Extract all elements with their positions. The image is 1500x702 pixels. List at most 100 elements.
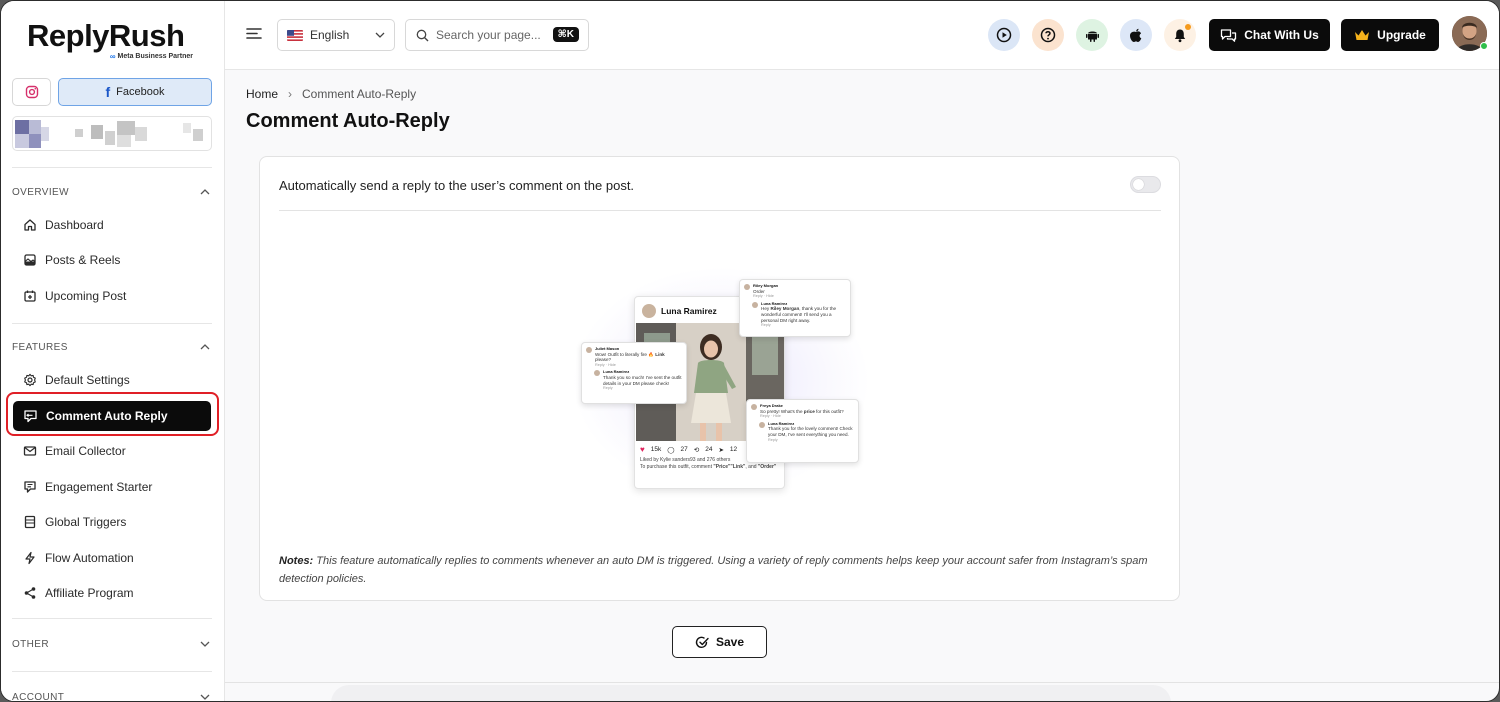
sidebar: ReplyRush ∞ Meta Business Partner f Face… <box>1 1 225 702</box>
platform-switcher: f Facebook <box>12 78 212 106</box>
upgrade-label: Upgrade <box>1377 28 1426 42</box>
sidebar-divider <box>12 323 212 324</box>
account-selector[interactable] <box>12 116 212 151</box>
features-section-title: FEATURES <box>12 341 68 353</box>
bolt-icon <box>25 551 35 565</box>
reply-meta: Reply <box>603 386 613 391</box>
other-section-toggle[interactable]: OTHER <box>12 637 212 651</box>
post-likes: 15k <box>650 446 662 453</box>
facebook-button[interactable]: f Facebook <box>58 78 212 106</box>
comment-bubble-right: Freya Drake So pretty! What's the price … <box>746 399 859 463</box>
search-shortcut-badge: ⌘K <box>552 27 579 42</box>
auto-reply-description: Automatically send a reply to the user’s… <box>279 178 635 193</box>
sidebar-item-dashboard[interactable]: Dashboard <box>13 210 211 240</box>
gear-icon <box>24 373 36 387</box>
notifications-button[interactable] <box>1164 19 1196 51</box>
chevron-up-icon <box>198 185 212 199</box>
commenter-avatar <box>586 347 592 353</box>
online-status-dot <box>1480 42 1488 50</box>
video-tutorial-button[interactable] <box>988 19 1020 51</box>
chevron-up-icon <box>198 340 212 354</box>
notification-dot <box>1185 24 1191 30</box>
hamburger-icon <box>246 28 262 39</box>
chevron-down-icon <box>198 637 212 651</box>
android-app-button[interactable] <box>1076 19 1108 51</box>
page-title: Comment Auto-Reply <box>246 110 450 132</box>
post-author: Luna Ramirez <box>661 306 717 316</box>
search-box[interactable]: Search your page... ⌘K <box>405 19 589 51</box>
caption-word-link: "Link" <box>730 464 746 470</box>
sidebar-item-label: Affiliate Program <box>45 586 134 600</box>
sidebar-item-comment-auto-reply[interactable]: Comment Auto Reply <box>13 401 211 431</box>
engagement-icon <box>24 481 36 493</box>
comment-prefix: So pretty! What's the <box>760 408 804 414</box>
reply-avatar <box>759 421 765 428</box>
notes-label: Notes: <box>279 555 314 567</box>
sidebar-item-default-settings[interactable]: Default Settings <box>13 365 211 395</box>
breadcrumb-home-link[interactable]: Home <box>246 87 278 101</box>
play-icon <box>996 27 1012 43</box>
commenter-name: Riley Morgan <box>753 283 779 288</box>
repost-icon: ⟲ <box>693 446 700 454</box>
brand-logo[interactable]: ReplyRush ∞ Meta Business Partner <box>27 19 197 62</box>
features-section-toggle[interactable]: FEATURES <box>12 340 212 354</box>
sidebar-item-flow-automation[interactable]: Flow Automation <box>13 543 211 573</box>
sidebar-item-global-triggers[interactable]: Global Triggers <box>13 507 211 537</box>
app-window: ReplyRush ∞ Meta Business Partner f Face… <box>0 0 1500 702</box>
comment-text: Wow! Outfit to literally fire 🔥 <box>595 351 654 357</box>
notes-body: This feature automatically replies to co… <box>279 555 1148 585</box>
save-button[interactable]: Save <box>672 626 767 658</box>
search-icon <box>416 29 429 41</box>
chat-with-us-button[interactable]: Chat With Us <box>1209 19 1330 51</box>
card-divider <box>279 210 1161 211</box>
apple-icon <box>1130 28 1142 42</box>
facebook-icon: f <box>105 84 111 100</box>
sidebar-item-posts-reels[interactable]: Posts & Reels <box>13 245 211 275</box>
help-icon <box>1040 27 1056 43</box>
commenter-avatar <box>751 404 757 410</box>
sidebar-item-label: Comment Auto Reply <box>46 409 168 423</box>
reply-text: Thank you so much! I've sent the outfit … <box>603 374 682 386</box>
chat-label: Chat With Us <box>1244 28 1319 42</box>
post-author-avatar <box>642 304 656 318</box>
reply-avatar <box>752 301 758 308</box>
sidebar-item-affiliate-program[interactable]: Affiliate Program <box>13 578 211 608</box>
home-icon <box>24 219 36 231</box>
account-section-toggle[interactable]: ACCOUNT <box>12 690 212 702</box>
reply-meta: Reply <box>768 437 778 442</box>
feature-illustration: Luna Ramirez ♥ 15k ◯ 27 ⟲ 24 ➤ 12 Liked … <box>561 256 881 506</box>
sidebar-item-engagement-starter[interactable]: Engagement Starter <box>13 472 211 502</box>
upgrade-button[interactable]: Upgrade <box>1341 19 1439 51</box>
notes-text: Notes: This feature automatically replie… <box>279 552 1149 588</box>
chevron-down-icon <box>198 690 212 701</box>
calendar-plus-icon <box>24 290 36 302</box>
caption-word-order: "Order" <box>757 464 777 470</box>
sidebar-item-label: Flow Automation <box>45 551 134 565</box>
caption-word-price: "Price" <box>713 464 731 470</box>
overview-section-toggle[interactable]: OVERVIEW <box>12 185 212 199</box>
ios-app-button[interactable] <box>1120 19 1152 51</box>
language-select[interactable]: English <box>277 19 395 51</box>
reply-mention: Riley Morgan <box>770 306 800 312</box>
instagram-button[interactable] <box>12 78 51 106</box>
facebook-label: Facebook <box>116 86 165 98</box>
account-section-title: ACCOUNT <box>12 691 65 702</box>
help-button[interactable] <box>1032 19 1064 51</box>
post-header: Luna Ramirez <box>642 304 717 318</box>
auto-reply-toggle[interactable] <box>1130 176 1161 193</box>
comment-end: for this outfit? <box>814 408 844 414</box>
comment-meta: Reply · Hide <box>760 414 781 419</box>
comment-meta: Reply · Hide <box>595 362 616 367</box>
overview-section-title: OVERVIEW <box>12 186 69 198</box>
commenter-avatar <box>744 284 750 290</box>
caption-prefix: To purchase this outfit, comment <box>640 464 714 470</box>
sidebar-item-email-collector[interactable]: Email Collector <box>13 436 211 466</box>
language-label: English <box>310 28 350 42</box>
sidebar-item-label: Email Collector <box>45 444 126 458</box>
sidebar-item-label: Default Settings <box>45 373 130 387</box>
footer-divider <box>225 682 1499 683</box>
sidebar-item-label: Upcoming Post <box>45 289 127 303</box>
menu-toggle-button[interactable] <box>246 27 262 45</box>
sidebar-item-upcoming-post[interactable]: Upcoming Post <box>13 281 211 311</box>
other-section-title: OTHER <box>12 638 49 650</box>
